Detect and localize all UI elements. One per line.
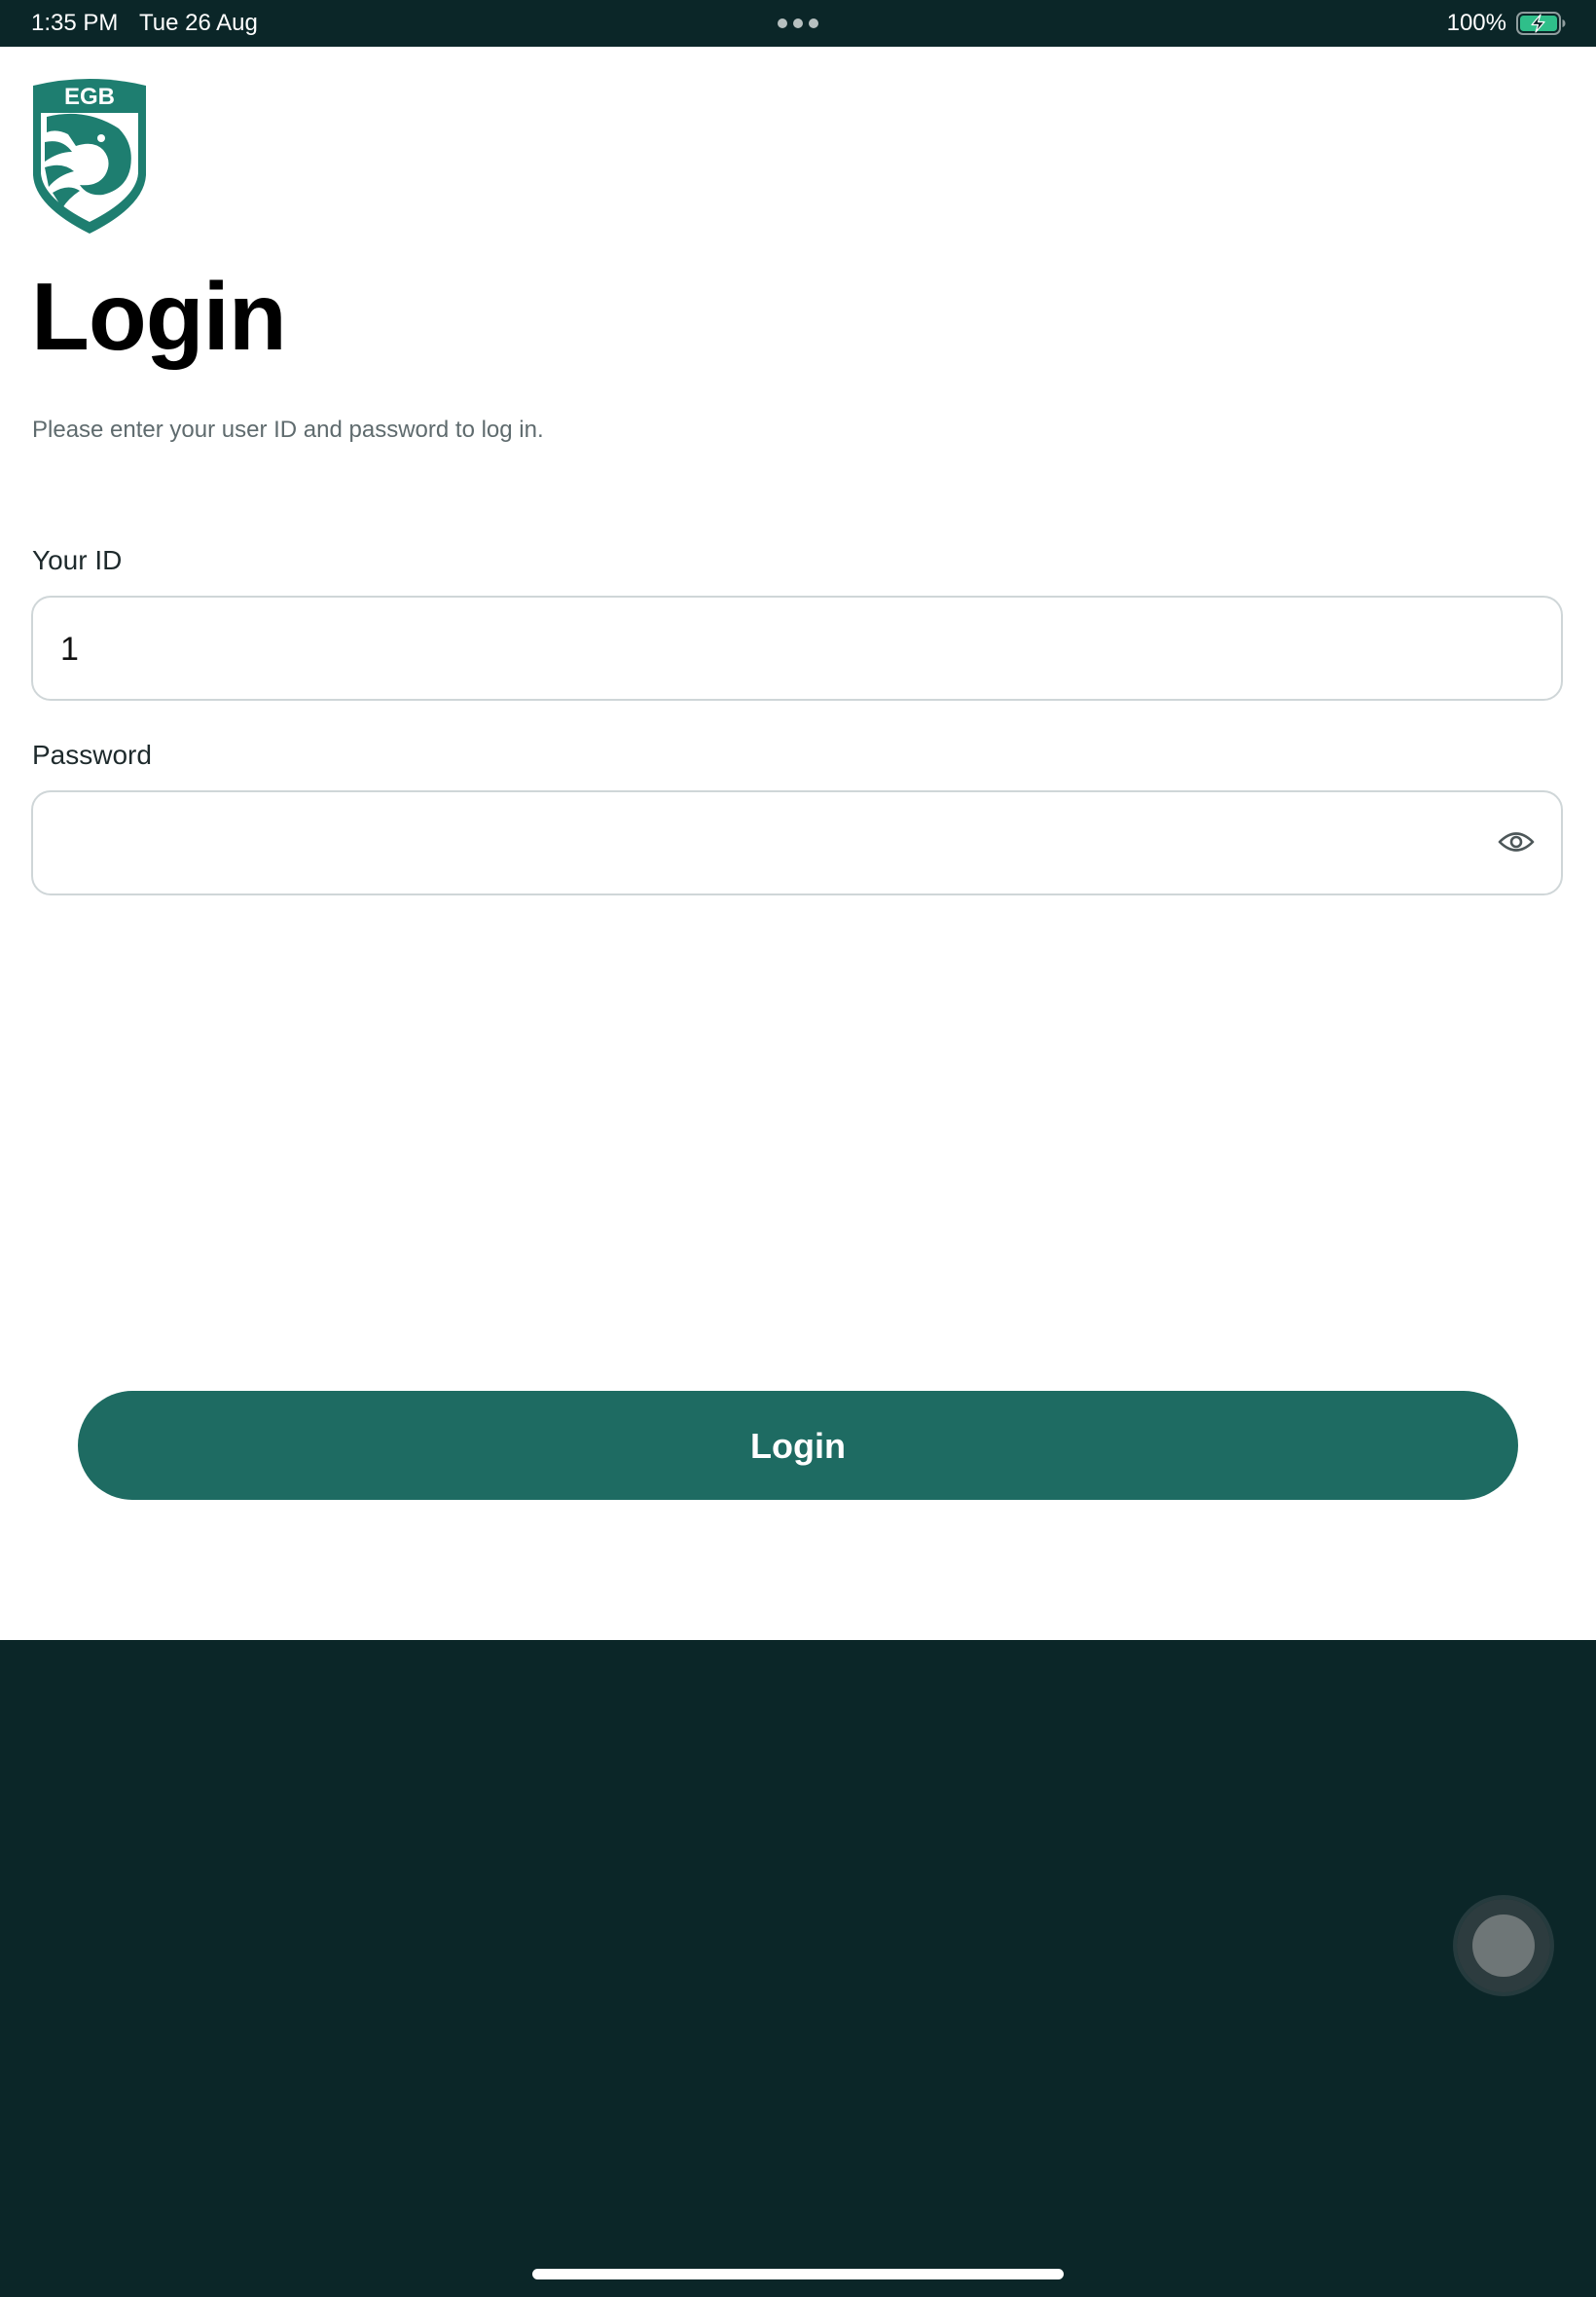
ipad-screen: 1:35 PM Tue 26 Aug 100% EGB Login Please… — [0, 0, 1596, 2297]
login-screen: EGB Login Please enter your user ID and … — [0, 47, 1596, 1640]
assistive-touch-inner — [1472, 1914, 1535, 1977]
login-button[interactable]: Login — [78, 1391, 1518, 1500]
egb-logo: EGB — [33, 79, 146, 234]
battery-percentage: 100% — [1446, 10, 1506, 36]
password-field-label: Password — [32, 740, 152, 770]
home-indicator[interactable] — [532, 2269, 1064, 2279]
eye-icon[interactable] — [1497, 827, 1536, 857]
multitasking-dots-icon[interactable] — [778, 18, 818, 28]
password-input[interactable] — [31, 790, 1563, 895]
id-input-value: 1 — [60, 631, 79, 668]
id-input[interactable]: 1 — [31, 596, 1563, 701]
status-time: 1:35 PM — [31, 10, 119, 36]
login-instructions: Please enter your user ID and password t… — [32, 417, 544, 443]
logo-text: EGB — [64, 84, 115, 110]
page-title: Login — [31, 263, 287, 370]
battery-charging-icon — [1516, 12, 1566, 35]
assistive-touch-button[interactable] — [1457, 1899, 1550, 1992]
status-bar: 1:35 PM Tue 26 Aug 100% — [0, 0, 1596, 47]
status-date: Tue 26 Aug — [139, 10, 258, 36]
id-field-label: Your ID — [32, 545, 123, 575]
